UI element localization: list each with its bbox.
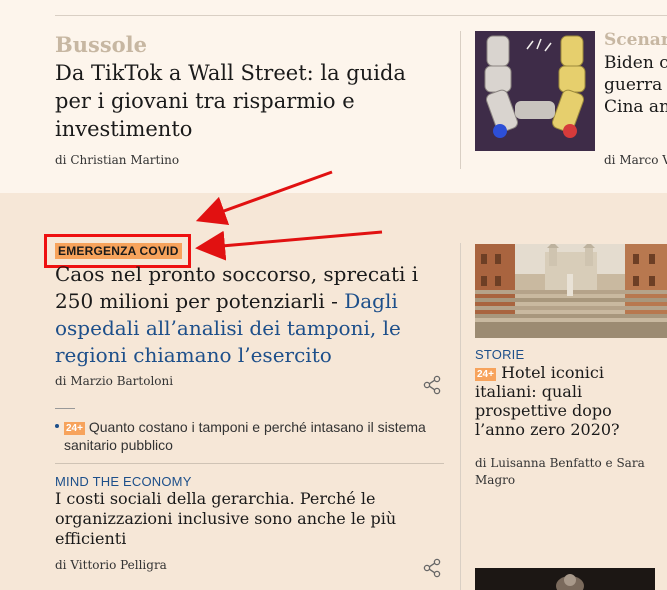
title-line: Cina an: [604, 97, 667, 117]
article-byline: di Vittorio Pelligra: [55, 558, 167, 572]
article-thumbnail[interactable]: [475, 568, 655, 590]
article-title-gerarchia[interactable]: I costi sociali della gerarchia. Perché …: [55, 489, 440, 549]
kicker-bussole[interactable]: Bussole: [55, 32, 147, 57]
premium-badge: 24+: [475, 368, 496, 381]
share-icon[interactable]: [422, 375, 442, 395]
kicker-scenari[interactable]: Scenari: [604, 30, 667, 50]
article-title-tiktok[interactable]: Da TikTok a Wall Street: la guida per i …: [55, 59, 435, 143]
article-byline: di Marco V: [604, 153, 667, 167]
headline-text: Hotel iconici italiani: quali prospettiv…: [475, 363, 620, 439]
kicker-mind-the-economy[interactable]: MIND THE ECONOMY: [55, 474, 192, 489]
article-byline: di Marzio Bartoloni: [55, 374, 174, 388]
divider: [55, 15, 667, 16]
headline-separator: -: [324, 289, 345, 313]
title-line: Biden c: [604, 53, 667, 73]
divider: [55, 408, 75, 409]
bullet-dot: [55, 424, 59, 428]
related-article-link[interactable]: 24+ Quanto costano i tamponi e perché in…: [64, 418, 440, 454]
related-article-text: Quanto costano i tamponi e perché intasa…: [64, 419, 426, 453]
article-thumbnail-robots[interactable]: [475, 31, 595, 151]
vertical-divider: [460, 243, 461, 590]
article-byline: di Christian Martino: [55, 153, 180, 167]
title-line: guerra: [604, 75, 663, 95]
article-title-pronto-soccorso[interactable]: Caos nel pronto soccorso, sprecati i 250…: [55, 261, 440, 369]
article-title-hotel-iconici[interactable]: 24+ Hotel iconici italiani: quali prospe…: [475, 363, 665, 439]
divider: [55, 463, 444, 464]
article-byline: di Luisanna Benfatto e Sara Magro: [475, 456, 645, 487]
vertical-divider: [460, 31, 461, 169]
article-title-biden[interactable]: Biden c guerra Cina an: [604, 52, 667, 118]
share-icon[interactable]: [422, 558, 442, 578]
kicker-storie[interactable]: STORIE: [475, 347, 524, 362]
article-thumbnail-spanish-steps[interactable]: [475, 244, 667, 338]
premium-badge: 24+: [64, 422, 85, 435]
